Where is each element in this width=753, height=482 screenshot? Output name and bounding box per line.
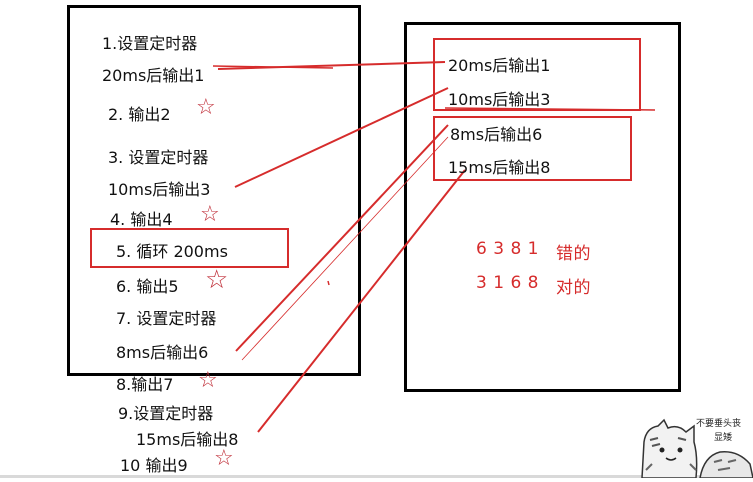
step-1-set-timer: 1.设置定时器 <box>102 34 198 53</box>
step-5-loop: 5. 循环 200ms <box>116 242 228 261</box>
output-3: 10ms后输出3 <box>448 90 551 109</box>
star-icon: ☆ <box>214 446 234 471</box>
output-1: 20ms后输出1 <box>448 56 551 75</box>
output-6: 8ms后输出6 <box>450 125 543 144</box>
cat-sticker: 不要垂头丧 显矮 <box>638 412 753 479</box>
step-7-detail: 8ms后输出6 <box>116 343 209 362</box>
step-3-set-timer: 3. 设置定时器 <box>108 148 209 167</box>
step-2-output: 2. 输出2 <box>108 105 171 124</box>
star-icon: ☆ <box>196 95 216 120</box>
connector-line-8 <box>257 169 466 433</box>
star-icon: ☆ <box>200 202 220 227</box>
step-10-output: 10 输出9 <box>120 456 188 475</box>
wrong-sequence: 6 3 8 1 <box>476 239 539 259</box>
star-icon: ☆ <box>198 368 218 393</box>
right-sequence: 3 1 6 8 <box>476 273 539 293</box>
stray-mark <box>327 280 330 286</box>
step-7-set-timer: 7. 设置定时器 <box>116 309 217 328</box>
wrong-label: 错的 <box>556 244 591 264</box>
step-6-output: 6. 输出5 <box>116 277 179 296</box>
sticker-caption-2: 显矮 <box>714 433 733 443</box>
connector-line-6 <box>235 124 449 352</box>
step-3-detail: 10ms后输出3 <box>108 180 211 199</box>
output-8: 15ms后输出8 <box>448 158 551 177</box>
step-4-output: 4. 输出4 <box>110 210 173 229</box>
right-label: 对的 <box>556 278 591 298</box>
star-icon: ☆ <box>205 265 229 295</box>
sticker-caption-1: 不要垂头丧 <box>696 419 742 429</box>
step-8-output: 8.输出7 <box>116 375 174 394</box>
step-1-detail: 20ms后输出1 <box>102 66 205 85</box>
step-9-set-timer: 9.设置定时器 <box>118 404 214 423</box>
